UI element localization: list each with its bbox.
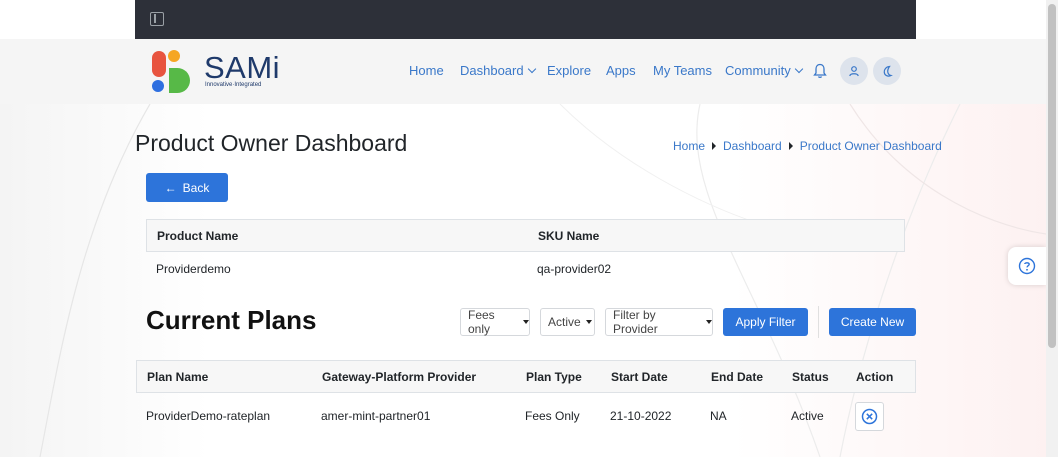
nav-home[interactable]: Home [409, 63, 444, 78]
header-end-date: End Date [711, 369, 764, 384]
chevron-down-icon [794, 64, 803, 74]
bell-icon[interactable] [813, 63, 827, 79]
plan-name-cell: ProviderDemo-rateplan [146, 409, 271, 423]
end-date-cell: NA [710, 409, 727, 423]
nav-apps[interactable]: Apps [606, 63, 636, 78]
caret-down-icon [585, 320, 592, 324]
user-button[interactable] [840, 57, 868, 85]
logo-shape-green [169, 68, 190, 93]
caret-down-icon [523, 320, 529, 324]
caret-right-icon [788, 142, 793, 150]
apply-filter-button[interactable]: Apply Filter [723, 308, 808, 336]
provider-filter-select[interactable]: Filter by Provider [605, 308, 713, 336]
nav-my-teams[interactable]: My Teams [653, 63, 712, 78]
logo-shape-red [152, 51, 166, 77]
header-plan-type: Plan Type [526, 369, 582, 384]
table-header: Product Name SKU Name [146, 219, 905, 252]
header-status: Status [792, 369, 829, 384]
breadcrumb-current[interactable]: Product Owner Dashboard [800, 139, 942, 153]
breadcrumb-dashboard[interactable]: Dashboard [723, 139, 782, 153]
header-plan-name: Plan Name [147, 369, 209, 384]
nav-dashboard[interactable]: Dashboard [460, 63, 536, 78]
table-header: Plan Name Gateway-Platform Provider Plan… [136, 360, 916, 393]
plans-table: Plan Name Gateway-Platform Provider Plan… [136, 360, 916, 439]
header-start-date: Start Date [611, 369, 668, 384]
plan-type-cell: Fees Only [525, 409, 580, 423]
current-plans-title: Current Plans [146, 305, 317, 335]
user-icon [849, 66, 859, 77]
provider-cell: amer-mint-partner01 [321, 409, 431, 423]
arrow-left-icon: ← [164, 180, 177, 195]
fees-filter-select[interactable]: Fees only [460, 308, 530, 336]
help-button[interactable] [1008, 247, 1046, 285]
logo-shape-blue [152, 80, 164, 92]
logo-text: SAMi [204, 50, 281, 85]
header-sku-name: SKU Name [538, 228, 600, 243]
divider [818, 306, 819, 338]
sidebar-toggle-icon[interactable] [150, 12, 164, 26]
sami-logo[interactable]: SAMi Innovative·Integrated [150, 48, 280, 96]
deactivate-plan-button[interactable] [855, 402, 884, 431]
logo-tagline: Innovative·Integrated [205, 82, 262, 88]
status-filter-select[interactable]: Active [540, 308, 595, 336]
back-button[interactable]: ← Back [146, 173, 228, 202]
nav-explore[interactable]: Explore [547, 63, 591, 78]
moon-icon [883, 65, 893, 77]
header-action: Action [856, 369, 894, 384]
page-scrollbar[interactable] [1046, 0, 1058, 457]
sku-name-value: qa-provider02 [537, 262, 612, 276]
nav-community[interactable]: Community [725, 63, 803, 78]
top-bar [135, 0, 916, 39]
theme-toggle-button[interactable] [873, 57, 901, 85]
caret-right-icon [712, 142, 717, 150]
product-table: Product Name SKU Name Providerdemo qa-pr… [146, 219, 905, 286]
breadcrumb: Home Dashboard Product Owner Dashboard [673, 139, 942, 153]
scrollbar-thumb[interactable] [1048, 4, 1056, 348]
table-row: Providerdemo qa-provider02 [146, 252, 905, 286]
help-icon [1018, 257, 1036, 275]
header-gateway-provider: Gateway-Platform Provider [322, 369, 477, 384]
status-cell: Active [791, 409, 824, 423]
product-name-value: Providerdemo [156, 262, 231, 276]
start-date-cell: 21-10-2022 [610, 409, 672, 423]
breadcrumb-home[interactable]: Home [673, 139, 705, 153]
close-circle-icon [861, 408, 878, 425]
caret-down-icon [706, 320, 712, 324]
logo-shape-orange [168, 50, 180, 62]
chevron-down-icon [527, 64, 536, 74]
header-product-name: Product Name [157, 228, 239, 243]
table-row: ProviderDemo-rateplan amer-mint-partner0… [136, 393, 916, 439]
page-title: Product Owner Dashboard [135, 130, 408, 156]
create-new-button[interactable]: Create New [829, 308, 916, 336]
